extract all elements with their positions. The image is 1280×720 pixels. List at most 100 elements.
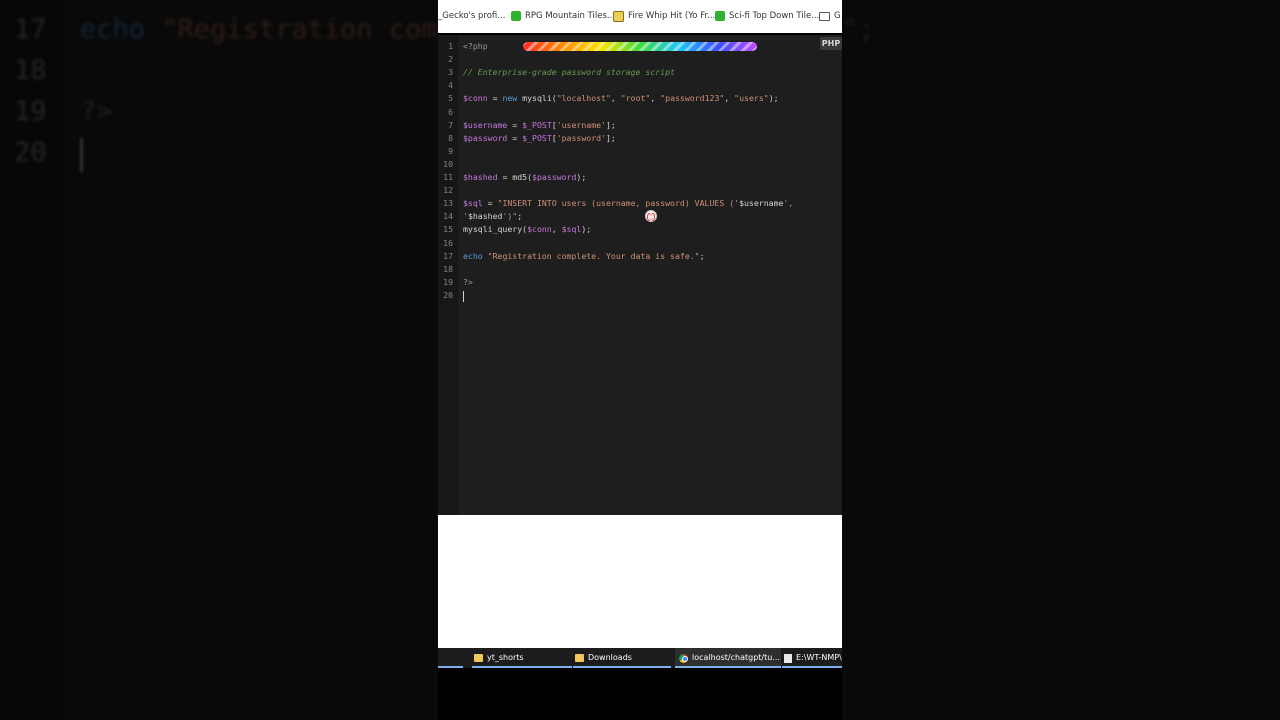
code-token: ); <box>768 93 779 104</box>
taskbar-label: E:\WT-NMP\ <box>796 653 842 662</box>
taskbar-item-yt-shorts[interactable]: yt_shorts <box>472 648 574 668</box>
code-token: $sql <box>561 224 582 235</box>
code-token: ); <box>576 172 587 182</box>
code-text: $conn = new mysqli("localhost", "root", … <box>463 92 779 105</box>
bookmark-scifi-tiles[interactable]: Sci-fi Top Down Tile... <box>715 9 819 23</box>
code-token: ]; <box>605 132 616 143</box>
code-line: 19 ?> <box>438 276 842 289</box>
taskbar: yt_shorts Downloads localhost/chatgpt/tu… <box>438 648 842 668</box>
bookmark-fire-whip-hit[interactable]: Fire Whip Hit (Yo Fr... <box>613 9 715 23</box>
code-token: $conn <box>463 93 488 104</box>
code-token: $password <box>532 172 577 182</box>
chrome-icon <box>679 653 688 663</box>
line-number: 9 <box>448 145 453 156</box>
code-editor[interactable]: 1 <?php 2 3 // Enterprise-grade password sto… <box>438 35 842 515</box>
code-line: 7 $username = $_POST['username']; <box>438 119 842 132</box>
code-token: $_POST <box>522 119 552 130</box>
taskbar-item-partial[interactable] <box>438 648 463 668</box>
bookmark-folder[interactable]: G <box>819 9 841 23</box>
code-token: 'password' <box>556 132 606 143</box>
code-token: ', <box>783 198 794 209</box>
taskbar-underline <box>472 666 572 668</box>
line-number: 8 <box>448 132 453 143</box>
code-text: mysqli_query($conn, $sql); <box>463 223 591 236</box>
code-token: "Registration complete. Your data is saf… <box>487 250 700 261</box>
code-line: 4 <box>438 79 842 92</box>
line-number: 11 <box>443 172 453 182</box>
bookmark-label: G <box>834 11 841 21</box>
taskbar-item-chrome[interactable]: localhost/chatgpt/tu... <box>675 648 781 668</box>
document-icon <box>784 653 792 663</box>
line-number: 15 <box>443 224 453 235</box>
code-line: 14 '$hashed')"; <box>438 210 842 223</box>
code-token: "password123" <box>660 93 725 104</box>
folder-icon <box>819 11 830 21</box>
line-number: 14 <box>443 211 453 222</box>
code-token: $sql <box>463 198 483 209</box>
code-line: 10 <box>438 158 842 171</box>
code-text: ?> <box>463 276 473 289</box>
code-token: ; <box>517 211 523 222</box>
code-token: mysqli_query( <box>463 224 528 235</box>
code-token: ; <box>699 250 705 261</box>
code-line: 8 $password = $_POST['password']; <box>438 132 842 145</box>
line-number: 13 <box>443 198 453 209</box>
fire-icon <box>613 10 624 22</box>
bookmarks-bar: _Gecko's profi... RPG Mountain Tiles... … <box>438 0 842 33</box>
bookmark-label: Fire Whip Hit (Yo Fr... <box>628 11 716 21</box>
line-number: 2 <box>448 54 453 65</box>
bookmark-gecko-profile[interactable]: _Gecko's profi... <box>438 9 505 23</box>
folder-icon <box>474 654 483 662</box>
taskbar-item-downloads[interactable]: Downloads <box>573 648 673 668</box>
code-token: $password <box>463 132 508 143</box>
code-token: echo <box>463 250 483 261</box>
green-leaf-icon <box>511 11 521 21</box>
taskbar-label: localhost/chatgpt/tu... <box>692 653 780 662</box>
code-token: = <box>487 93 503 104</box>
taskbar-label: yt_shorts <box>487 653 524 662</box>
line-number: 4 <box>448 80 453 91</box>
green-leaf-icon <box>715 11 725 21</box>
line-number: 7 <box>448 119 453 130</box>
code-token: , <box>610 93 621 104</box>
code-token: <?php <box>463 41 488 51</box>
taskbar-item-explorer-path[interactable]: E:\WT-NMP\ <box>782 648 842 668</box>
line-number: 3 <box>448 67 453 78</box>
code-line: 3 // Enterprise-grade password storage sc… <box>438 66 842 79</box>
line-number: 12 <box>443 185 453 196</box>
code-text: '$hashed')"; <box>463 210 522 223</box>
code-line: 20 <box>438 289 842 302</box>
code-line: 11 $hashed = md5($password); <box>438 171 842 184</box>
code-token: , <box>551 224 562 235</box>
code-token: = <box>507 119 523 130</box>
code-token: ?> <box>463 276 473 287</box>
bookmark-label: RPG Mountain Tiles... <box>525 11 616 21</box>
code-text: $password = $_POST['password']; <box>463 132 616 145</box>
code-token: $username <box>463 119 508 130</box>
code-token: $_POST <box>522 132 552 143</box>
code-token: = <box>507 132 523 143</box>
bookmark-rpg-mountain-tiles[interactable]: RPG Mountain Tiles... <box>511 9 615 23</box>
code-line: 17 echo "Registration complete. Your data… <box>438 250 842 263</box>
line-number: 1 <box>448 41 453 51</box>
code-line: 16 <box>438 237 842 250</box>
code-token: 'username' <box>556 119 606 130</box>
code-line: 6 <box>438 106 842 119</box>
code-line: 5 $conn = new mysqli("localhost", "root",… <box>438 92 842 105</box>
baseball-cursor-icon <box>645 210 657 222</box>
taskbar-underline <box>782 666 842 668</box>
screen-recording-frame: _Gecko's profi... RPG Mountain Tiles... … <box>438 0 842 720</box>
code-line: 9 <box>438 145 842 158</box>
rainbow-progress-bar <box>523 42 757 51</box>
code-line: 18 <box>438 263 842 276</box>
code-line: 12 <box>438 184 842 197</box>
code-token: $hashed <box>463 172 498 182</box>
code-token: $hashed <box>467 211 503 222</box>
code-text: $hashed = md5($password); <box>463 171 586 184</box>
line-number: 20 <box>443 289 453 300</box>
code-token: $conn <box>527 224 552 235</box>
taskbar-label: Downloads <box>588 653 632 662</box>
line-number: 10 <box>443 158 453 169</box>
line-number: 17 <box>443 250 453 261</box>
code-token: = <box>482 198 498 209</box>
